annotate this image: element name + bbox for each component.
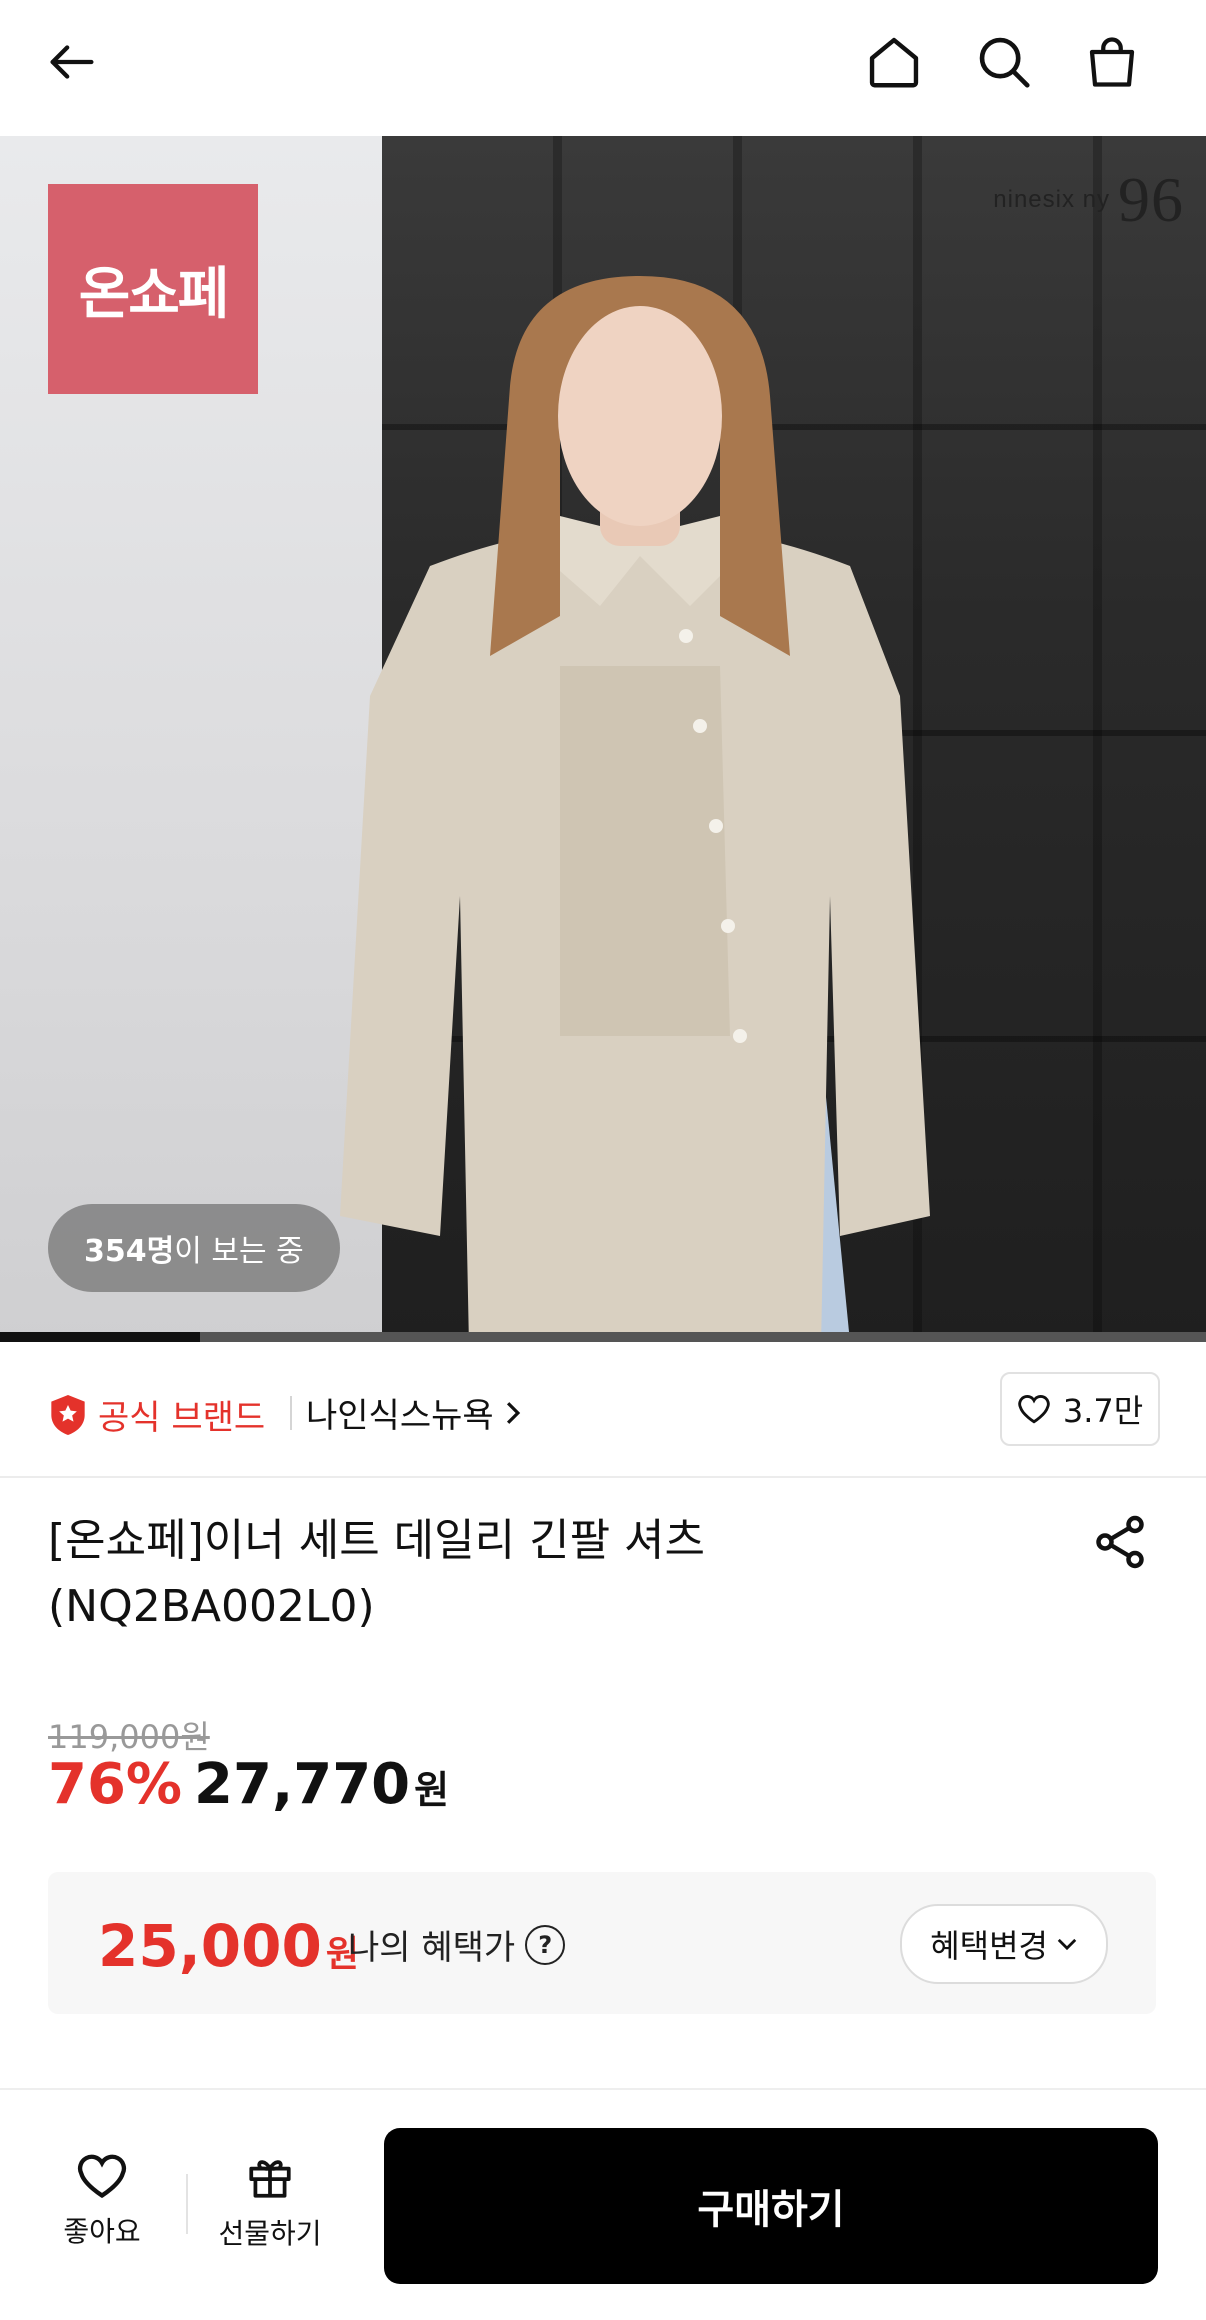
arrow-left-icon: [50, 45, 94, 79]
heart-icon: [77, 2154, 127, 2199]
official-brand-label: 공식 브랜드: [98, 1398, 266, 1438]
brand-like-button[interactable]: 3.7만: [1000, 1372, 1160, 1446]
brand-name-link[interactable]: 나인식스뉴욕: [306, 1388, 522, 1437]
badge-text: 온쇼페: [78, 261, 230, 327]
share-button[interactable]: [1090, 1512, 1150, 1572]
carousel-progress: [0, 1332, 1206, 1342]
like-count: 3.7만: [1062, 1392, 1144, 1430]
watermark-mark: 96: [1118, 164, 1184, 235]
gift-icon: [249, 2160, 291, 2198]
like-button[interactable]: 좋아요: [42, 2152, 162, 2250]
gift-button[interactable]: 선물하기: [210, 2152, 330, 2252]
brand-row: 공식 브랜드 나인식스뉴욕 3.7만: [0, 1342, 1206, 1478]
heart-icon: [1018, 1395, 1050, 1424]
search-icon: [979, 37, 1030, 88]
chevron-down-icon: [1057, 1938, 1077, 1951]
buy-label: 구매하기: [697, 2187, 845, 2233]
benefit-price-box: 25,000 원 나의 혜택가 ? 혜택변경: [48, 1872, 1156, 2014]
viewers-suffix: 이 보는 중: [174, 1234, 304, 1269]
gift-label: 선물하기: [218, 2217, 322, 2250]
benefit-price-value: 25,000: [98, 1912, 322, 1980]
benefit-price: 25,000 원: [98, 1912, 359, 1980]
help-icon[interactable]: ?: [525, 1924, 566, 1965]
shopping-bag-icon: [1089, 37, 1135, 87]
sale-price-currency: 원: [414, 1768, 450, 1812]
discount-rate: 76%: [48, 1752, 183, 1817]
live-viewers-badge: 354명 이 보는 중: [48, 1204, 340, 1292]
sale-price: 27,770: [194, 1752, 411, 1817]
home-icon: [869, 37, 919, 88]
buy-button[interactable]: 구매하기: [384, 2128, 1158, 2284]
official-shield-icon: [51, 1394, 85, 1435]
price-row: 76% 27,770 원: [48, 1752, 449, 1817]
search-button[interactable]: [964, 22, 1044, 102]
watermark-text: ninesix ny: [993, 186, 1110, 213]
back-button[interactable]: [32, 22, 112, 102]
viewers-count: 354명: [84, 1234, 175, 1269]
change-benefit-button[interactable]: 혜택변경: [900, 1904, 1108, 1984]
like-label: 좋아요: [63, 2215, 141, 2248]
cart-button[interactable]: [1072, 22, 1152, 102]
share-icon: [1096, 1515, 1144, 1569]
product-title-line2: (NQ2BA002L0): [48, 1581, 375, 1632]
divider: [186, 2174, 188, 2234]
brand-watermark: ninesix ny 96: [993, 164, 1184, 235]
change-benefit-label: 혜택변경: [930, 1927, 1048, 1965]
carousel-progress-fill: [0, 1332, 201, 1342]
top-bar: [0, 0, 1206, 136]
product-title-line1: [온쇼페]이너 세트 데일리 긴팔 셔츠: [48, 1515, 705, 1566]
home-button[interactable]: [854, 22, 934, 102]
brand-name: 나인식스뉴욕: [306, 1396, 494, 1436]
product-title: [온쇼페]이너 세트 데일리 긴팔 셔츠 (NQ2BA002L0): [48, 1508, 1048, 1640]
bottom-action-bar: 좋아요 선물하기 구매하기: [0, 2088, 1206, 2320]
official-brand-badge: 공식 브랜드: [48, 1390, 265, 1439]
product-image-carousel[interactable]: 온쇼페 ninesix ny 96 354명 이 보는 중: [0, 136, 1206, 1342]
chevron-right-icon: [506, 1401, 520, 1424]
onshope-badge: 온쇼페: [48, 184, 258, 394]
divider: [290, 1396, 292, 1430]
benefit-label-text: 나의 혜택가: [348, 1928, 516, 1968]
benefit-label: 나의 혜택가 ?: [348, 1920, 566, 1969]
